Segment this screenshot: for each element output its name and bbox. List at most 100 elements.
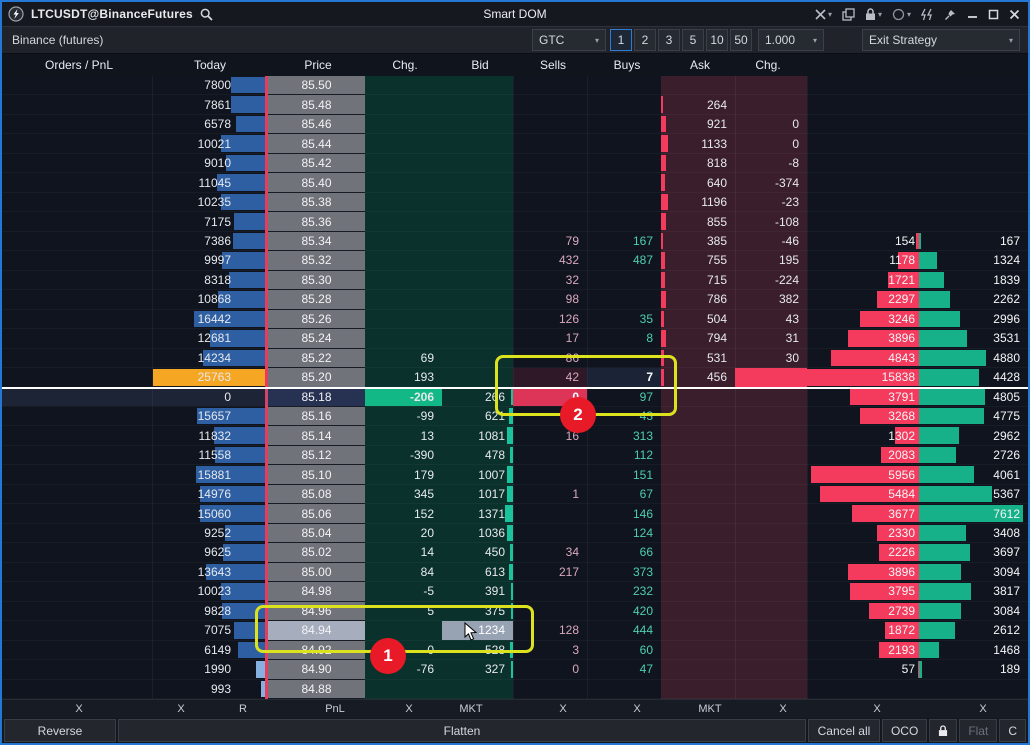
ask-cell[interactable]: 715 — [661, 271, 735, 289]
bid-cell[interactable]: 450 — [442, 543, 513, 561]
chg-cell[interactable]: -99 — [365, 407, 442, 425]
chg-cell[interactable]: 69 — [365, 349, 442, 367]
ask-cell[interactable]: 640 — [661, 173, 735, 191]
price-cell[interactable]: 85.26 — [268, 310, 365, 328]
buys-cell[interactable]: 35 — [587, 310, 661, 328]
chg-cell[interactable]: 14 — [365, 543, 442, 561]
orders-pnl-cell[interactable] — [2, 115, 152, 133]
orders-pnl-cell[interactable] — [2, 524, 152, 542]
reverse-button[interactable]: Reverse — [4, 719, 116, 742]
footer-action-mkt[interactable]: MKT — [459, 703, 482, 715]
ask-cell[interactable] — [661, 543, 735, 561]
bid-cell[interactable] — [442, 680, 513, 698]
orders-pnl-cell[interactable] — [2, 310, 152, 328]
buys-cell[interactable]: 444 — [587, 621, 661, 639]
orders-pnl-cell[interactable] — [2, 232, 152, 250]
buys-cell[interactable] — [587, 290, 661, 308]
orders-pnl-cell[interactable] — [2, 349, 152, 367]
today-volume-cell[interactable]: 6578 — [152, 115, 265, 133]
bid-cell[interactable] — [442, 212, 513, 230]
price-cell[interactable]: 85.08 — [268, 485, 365, 503]
sells-cell[interactable] — [513, 465, 587, 483]
bid-cell[interactable]: 1081 — [442, 426, 513, 444]
ask-chg-cell[interactable]: 0 — [735, 134, 807, 152]
bid-cell[interactable] — [442, 251, 513, 269]
qty-button-10[interactable]: 10 — [706, 29, 728, 51]
buys-cell[interactable] — [587, 173, 661, 191]
settings-flash-icon[interactable] — [921, 8, 934, 21]
ask-cell[interactable]: 264 — [661, 95, 735, 113]
price-cell[interactable]: 85.38 — [268, 193, 365, 211]
chg-cell[interactable]: 152 — [365, 504, 442, 522]
bid-cell[interactable] — [442, 115, 513, 133]
footer-action-x[interactable]: X — [177, 703, 184, 715]
bid-cell[interactable] — [442, 154, 513, 172]
today-volume-cell[interactable]: 15881 — [152, 465, 265, 483]
footer-action-mkt[interactable]: MKT — [698, 703, 721, 715]
cancel-all-button[interactable]: Cancel all — [808, 719, 880, 742]
price-cell[interactable]: 85.40 — [268, 173, 365, 191]
ask-cell[interactable] — [661, 563, 735, 581]
orders-pnl-cell[interactable] — [2, 465, 152, 483]
today-volume-cell[interactable]: 6149 — [152, 641, 265, 659]
orders-pnl-cell[interactable] — [2, 543, 152, 561]
account-selector[interactable]: Binance (futures) — [2, 33, 532, 47]
sells-cell[interactable] — [513, 193, 587, 211]
buys-cell[interactable] — [587, 154, 661, 172]
chg-cell[interactable]: 20 — [365, 524, 442, 542]
buys-cell[interactable] — [587, 680, 661, 698]
ask-chg-cell[interactable]: -374 — [735, 173, 807, 191]
price-cell[interactable]: 85.24 — [268, 329, 365, 347]
ask-cell[interactable]: 818 — [661, 154, 735, 172]
ask-chg-cell[interactable]: 43 — [735, 310, 807, 328]
pin-icon[interactable] — [944, 8, 957, 21]
price-cell[interactable]: 85.36 — [268, 212, 365, 230]
today-volume-cell[interactable]: 9997 — [152, 251, 265, 269]
today-volume-cell[interactable]: 7386 — [152, 232, 265, 250]
buys-cell[interactable]: 167 — [587, 232, 661, 250]
orders-pnl-cell[interactable] — [2, 504, 152, 522]
today-volume-cell[interactable]: 7175 — [152, 212, 265, 230]
today-volume-cell[interactable]: 993 — [152, 680, 265, 698]
buys-cell[interactable]: 8 — [587, 329, 661, 347]
orders-pnl-cell[interactable] — [2, 271, 152, 289]
chg-cell[interactable]: -390 — [365, 446, 442, 464]
bid-cell[interactable]: 613 — [442, 563, 513, 581]
today-volume-cell[interactable]: 14234 — [152, 349, 265, 367]
ask-cell[interactable] — [661, 602, 735, 620]
bid-cell[interactable]: 1036 — [442, 524, 513, 542]
buys-cell[interactable]: 487 — [587, 251, 661, 269]
buys-cell[interactable]: 60 — [587, 641, 661, 659]
bid-cell[interactable]: 327 — [442, 660, 513, 678]
today-volume-cell[interactable]: 7861 — [152, 95, 265, 113]
qty-button-5[interactable]: 5 — [682, 29, 704, 51]
today-volume-cell[interactable]: 9828 — [152, 602, 265, 620]
bid-cell[interactable] — [442, 310, 513, 328]
buys-cell[interactable] — [587, 212, 661, 230]
ask-cell[interactable] — [661, 660, 735, 678]
ask-cell[interactable] — [661, 485, 735, 503]
price-cell[interactable]: 85.44 — [268, 134, 365, 152]
sells-cell[interactable] — [513, 134, 587, 152]
buys-cell[interactable]: 151 — [587, 465, 661, 483]
bid-cell[interactable]: 1371 — [442, 504, 513, 522]
footer-action-x[interactable]: X — [633, 703, 640, 715]
tif-dropdown[interactable]: GTC▾ — [532, 29, 606, 51]
ask-cell[interactable]: 855 — [661, 212, 735, 230]
today-volume-cell[interactable]: 10023 — [152, 582, 265, 600]
price-cell[interactable]: 85.02 — [268, 543, 365, 561]
buys-cell[interactable] — [587, 271, 661, 289]
orders-pnl-cell[interactable] — [2, 368, 152, 386]
today-volume-cell[interactable]: 10021 — [152, 134, 265, 152]
ask-cell[interactable]: 755 — [661, 251, 735, 269]
ask-cell[interactable]: 504 — [661, 310, 735, 328]
today-volume-cell[interactable]: 11045 — [152, 173, 265, 191]
qty-button-1[interactable]: 1 — [610, 29, 632, 51]
sells-cell[interactable] — [513, 680, 587, 698]
orders-pnl-cell[interactable] — [2, 76, 152, 94]
price-cell[interactable]: 85.34 — [268, 232, 365, 250]
price-cell[interactable]: 85.04 — [268, 524, 365, 542]
price-cell[interactable]: 85.00 — [268, 563, 365, 581]
bid-cell[interactable] — [442, 76, 513, 94]
price-cell[interactable]: 85.50 — [268, 76, 365, 94]
